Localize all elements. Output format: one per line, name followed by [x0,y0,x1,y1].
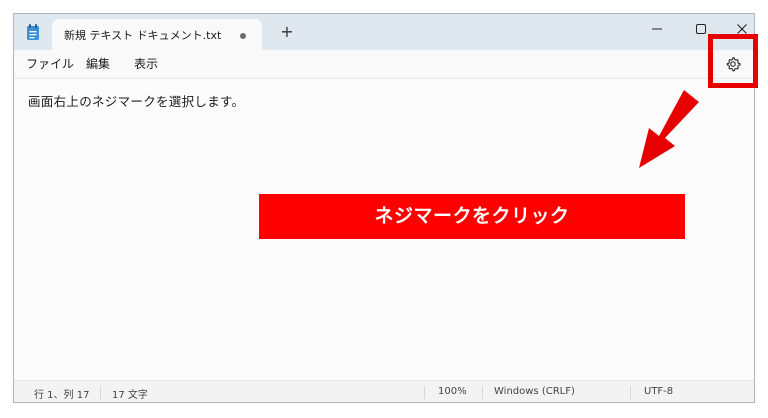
status-zoom[interactable]: 100% [438,386,467,397]
new-tab-button[interactable]: + [276,21,298,43]
settings-highlight-box [708,34,758,88]
menu-view[interactable]: 表示 [134,55,158,72]
status-bar: 行 1、列 17 17 文字 100% Windows (CRLF) UTF-8 [14,380,754,402]
notepad-app-icon [27,24,39,40]
editor-content: 画面右上のネジマークを選択します。 [28,94,245,109]
tab-title: 新規 テキスト ドキュメント.txt [64,29,222,42]
pointer-arrow-icon [639,90,699,168]
tab-document[interactable]: 新規 テキスト ドキュメント.txt [52,19,262,50]
status-line-ending[interactable]: Windows (CRLF) [494,386,575,397]
status-cursor-position: 行 1、列 17 [34,390,90,401]
status-encoding[interactable]: UTF-8 [644,386,673,397]
status-divider [482,386,483,399]
status-divider [630,386,631,399]
callout-banner: ネジマークをクリック [259,194,685,239]
minimize-button[interactable] [634,14,680,44]
minimize-icon [652,28,662,30]
maximize-icon [696,24,706,34]
menu-file[interactable]: ファイル [26,55,74,72]
title-bar: 新規 テキスト ドキュメント.txt + [14,14,754,50]
menu-bar: ファイル 編集 表示 [14,50,754,78]
status-divider [424,386,425,399]
status-divider [100,386,101,399]
status-char-count: 17 文字 [112,390,148,401]
unsaved-dot-icon[interactable] [240,33,246,39]
menu-edit[interactable]: 編集 [86,55,110,72]
